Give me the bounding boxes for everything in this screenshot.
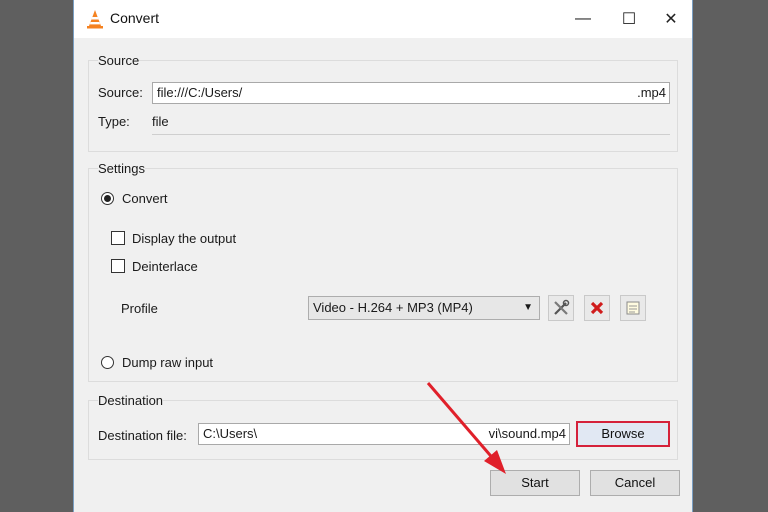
annotation-arrow-icon — [426, 382, 506, 474]
